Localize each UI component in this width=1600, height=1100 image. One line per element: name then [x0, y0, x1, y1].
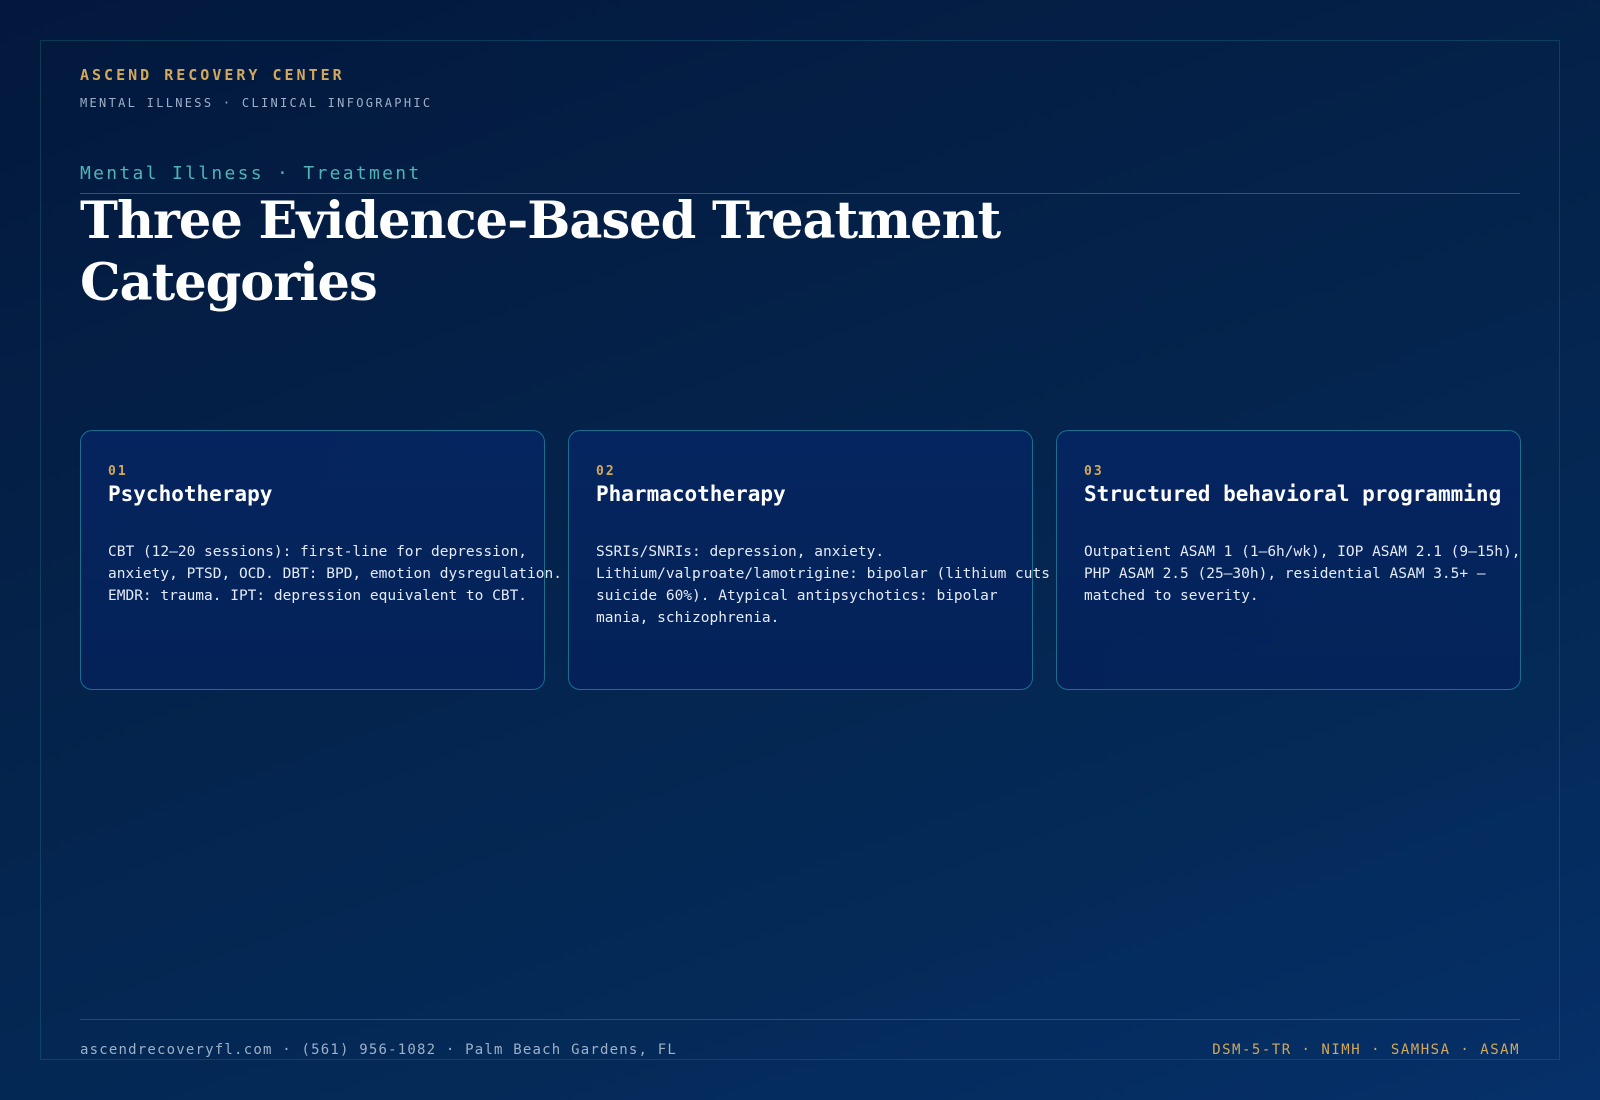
footer-sources: DSM-5-TR · NIMH · SAMHSA · ASAM — [1212, 1042, 1520, 1058]
card-body: CBT (12–20 sessions): first-line for dep… — [108, 544, 562, 604]
treatment-card-pharmacotherapy: 02 Pharmacotherapy SSRIs/SNRIs: depressi… — [568, 430, 1050, 690]
card-title: Structured behavioral programming — [1084, 482, 1502, 506]
card-number: 03 — [1084, 464, 1104, 479]
card-number: 02 — [596, 464, 616, 479]
treatment-card-psychotherapy: 01 Psychotherapy CBT (12–20 sessions): f… — [80, 430, 562, 690]
page-title: Three Evidence-Based Treatment Categorie… — [80, 191, 1001, 313]
section-eyebrow: Mental Illness · Treatment — [80, 163, 422, 184]
card-body: Outpatient ASAM 1 (1–6h/wk), IOP ASAM 2.… — [1084, 544, 1521, 604]
card-title: Pharmacotherapy — [596, 482, 786, 506]
footer-divider — [80, 1019, 1520, 1020]
card-body: SSRIs/SNRIs: depression, anxiety. Lithiu… — [596, 544, 1050, 626]
footer-contact: ascendrecoveryfl.com · (561) 956-1082 · … — [80, 1042, 677, 1058]
card-title: Psychotherapy — [108, 482, 273, 506]
card-number: 01 — [108, 464, 128, 479]
treatment-card-behavioral-programming: 03 Structured behavioral programming Out… — [1056, 430, 1521, 690]
brand-name: ASCEND RECOVERY CENTER — [80, 66, 345, 84]
brand-subtitle: MENTAL ILLNESS · CLINICAL INFOGRAPHIC — [80, 96, 433, 110]
